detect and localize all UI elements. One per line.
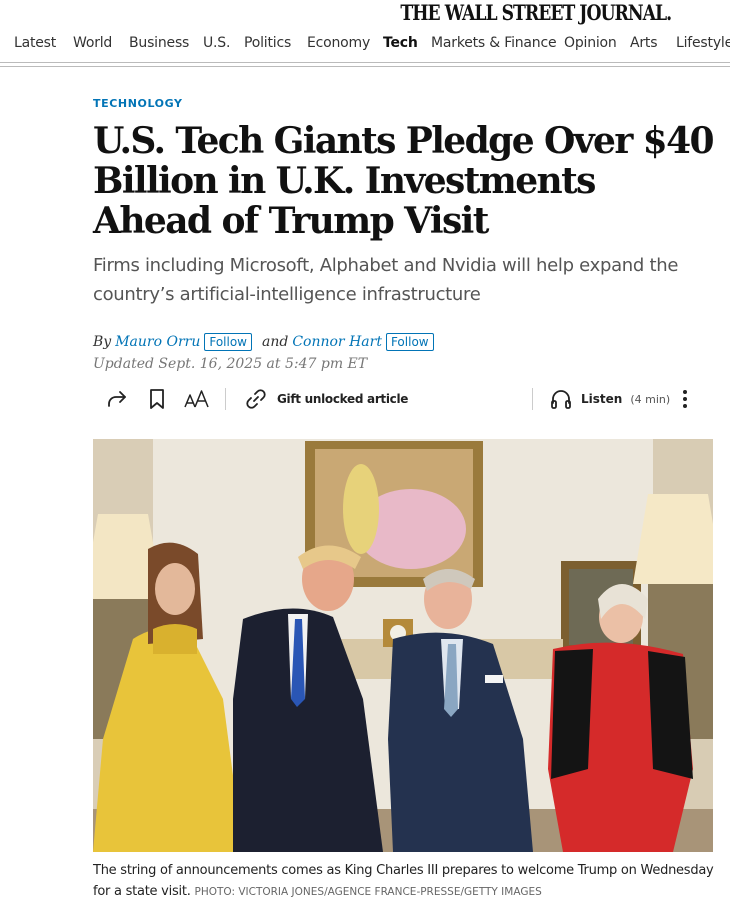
text-size-button[interactable] <box>184 383 210 415</box>
section-label[interactable]: TECHNOLOGY <box>93 97 183 110</box>
bookmark-icon <box>148 387 166 411</box>
masthead-logo[interactable]: THE WALL STREET JOURNAL. <box>400 0 672 25</box>
nav-item-economy[interactable]: Economy <box>307 35 370 51</box>
article-dek: Firms including Microsoft, Alphabet and … <box>93 255 679 305</box>
article-toolbar: Gift unlocked article Listen (4 min) <box>93 383 713 415</box>
gift-article-button[interactable]: Gift unlocked article <box>244 383 408 415</box>
article-timestamp: Updated Sept. 16, 2025 at 5:47 pm ET <box>93 356 368 372</box>
nav-item-world[interactable]: World <box>73 35 112 51</box>
byline-by: By <box>93 334 112 350</box>
nav-item-latest[interactable]: Latest <box>14 35 56 51</box>
share-button[interactable] <box>105 383 129 415</box>
article-headline: U.S. Tech Giants Pledge Over $40 Billion… <box>93 120 715 242</box>
nav-item-markets-finance[interactable]: Markets & Finance <box>431 35 557 51</box>
share-icon <box>105 387 129 411</box>
more-icon <box>680 387 690 411</box>
article-photo <box>93 439 713 852</box>
listen-button[interactable]: Listen (4 min) <box>550 383 670 415</box>
nav-item-arts[interactable]: Arts <box>630 35 658 51</box>
nav-item-tech[interactable]: Tech <box>383 35 418 51</box>
nav-item-politics[interactable]: Politics <box>244 35 291 51</box>
listen-label: Listen <box>581 392 623 406</box>
headphones-icon <box>550 387 572 411</box>
gift-link-icon <box>244 387 268 411</box>
byline: By Mauro Orru Follow and Connor Hart Fol… <box>93 332 440 352</box>
follow-button[interactable]: Follow <box>204 333 252 351</box>
gift-article-label: Gift unlocked article <box>277 392 409 406</box>
follow-button[interactable]: Follow <box>385 333 434 351</box>
toolbar-divider <box>225 388 226 410</box>
nav-divider <box>0 66 730 67</box>
text-size-icon <box>184 387 210 411</box>
nav-divider <box>0 62 730 63</box>
section-nav: Latest World Business U.S. Politics Econ… <box>0 35 730 55</box>
nav-item-lifestyle[interactable]: Lifestyle <box>676 35 730 51</box>
photo-credit: PHOTO: VICTORIA JONES/AGENCE FRANCE-PRES… <box>194 886 542 898</box>
nav-item-business[interactable]: Business <box>129 35 189 51</box>
author-link[interactable]: Connor Hart <box>292 334 382 350</box>
nav-item-us[interactable]: U.S. <box>203 35 230 51</box>
listen-duration: (4 min) <box>630 392 671 406</box>
author-link[interactable]: Mauro Orru <box>115 334 200 350</box>
byline-and: and <box>262 334 289 350</box>
nav-item-opinion[interactable]: Opinion <box>564 35 617 51</box>
save-button[interactable] <box>148 383 166 415</box>
toolbar-divider <box>532 388 533 410</box>
photo-caption: The string of announcements comes as Kin… <box>93 860 718 903</box>
more-options-button[interactable] <box>680 383 690 415</box>
